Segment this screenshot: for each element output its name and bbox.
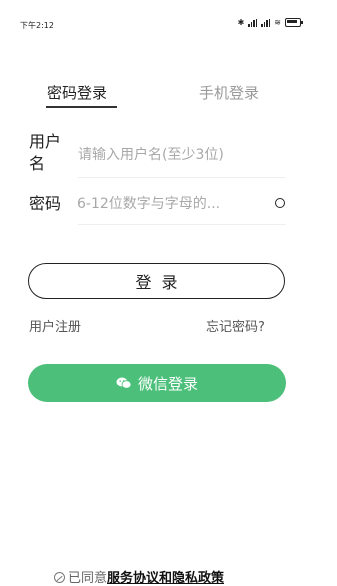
bluetooth-icon: ✱ [237,18,245,27]
tab-password-login[interactable]: 密码登录 [47,82,107,103]
agreement-checkbox-icon[interactable] [54,572,65,583]
signal-icon [261,18,271,27]
password-label: 密码 [29,194,62,213]
agreement-link[interactable]: 服务协议和隐私政策 [107,567,224,586]
password-divider [78,224,286,225]
active-tab-indicator [46,106,117,108]
wechat-login-button[interactable]: 微信登录 [28,364,286,402]
forgot-password-link[interactable]: 忘记密码? [206,316,265,335]
agreement-prefix: 已同意 [68,571,108,586]
username-input[interactable] [78,144,278,166]
status-time: 下午2:12 [20,21,54,30]
agreement: 已同意 服务协议和隐私政策 [54,567,224,586]
register-link[interactable]: 用户注册 [29,316,81,335]
wechat-login-label: 微信登录 [137,374,198,393]
wifi-icon: ≋ [274,18,281,27]
tab-phone-login[interactable]: 手机登录 [199,82,259,103]
battery-icon [285,18,303,27]
password-input[interactable] [77,193,263,215]
username-divider [78,177,286,178]
wechat-icon [116,377,132,389]
username-label: 用户名 [29,132,62,173]
status-bar: 下午2:12 ✱ ≋ [0,0,337,46]
show-password-icon[interactable] [275,198,285,208]
signal-icon [248,18,258,27]
login-button[interactable]: 登录 [28,263,285,299]
status-icons: ✱ ≋ [237,18,303,27]
